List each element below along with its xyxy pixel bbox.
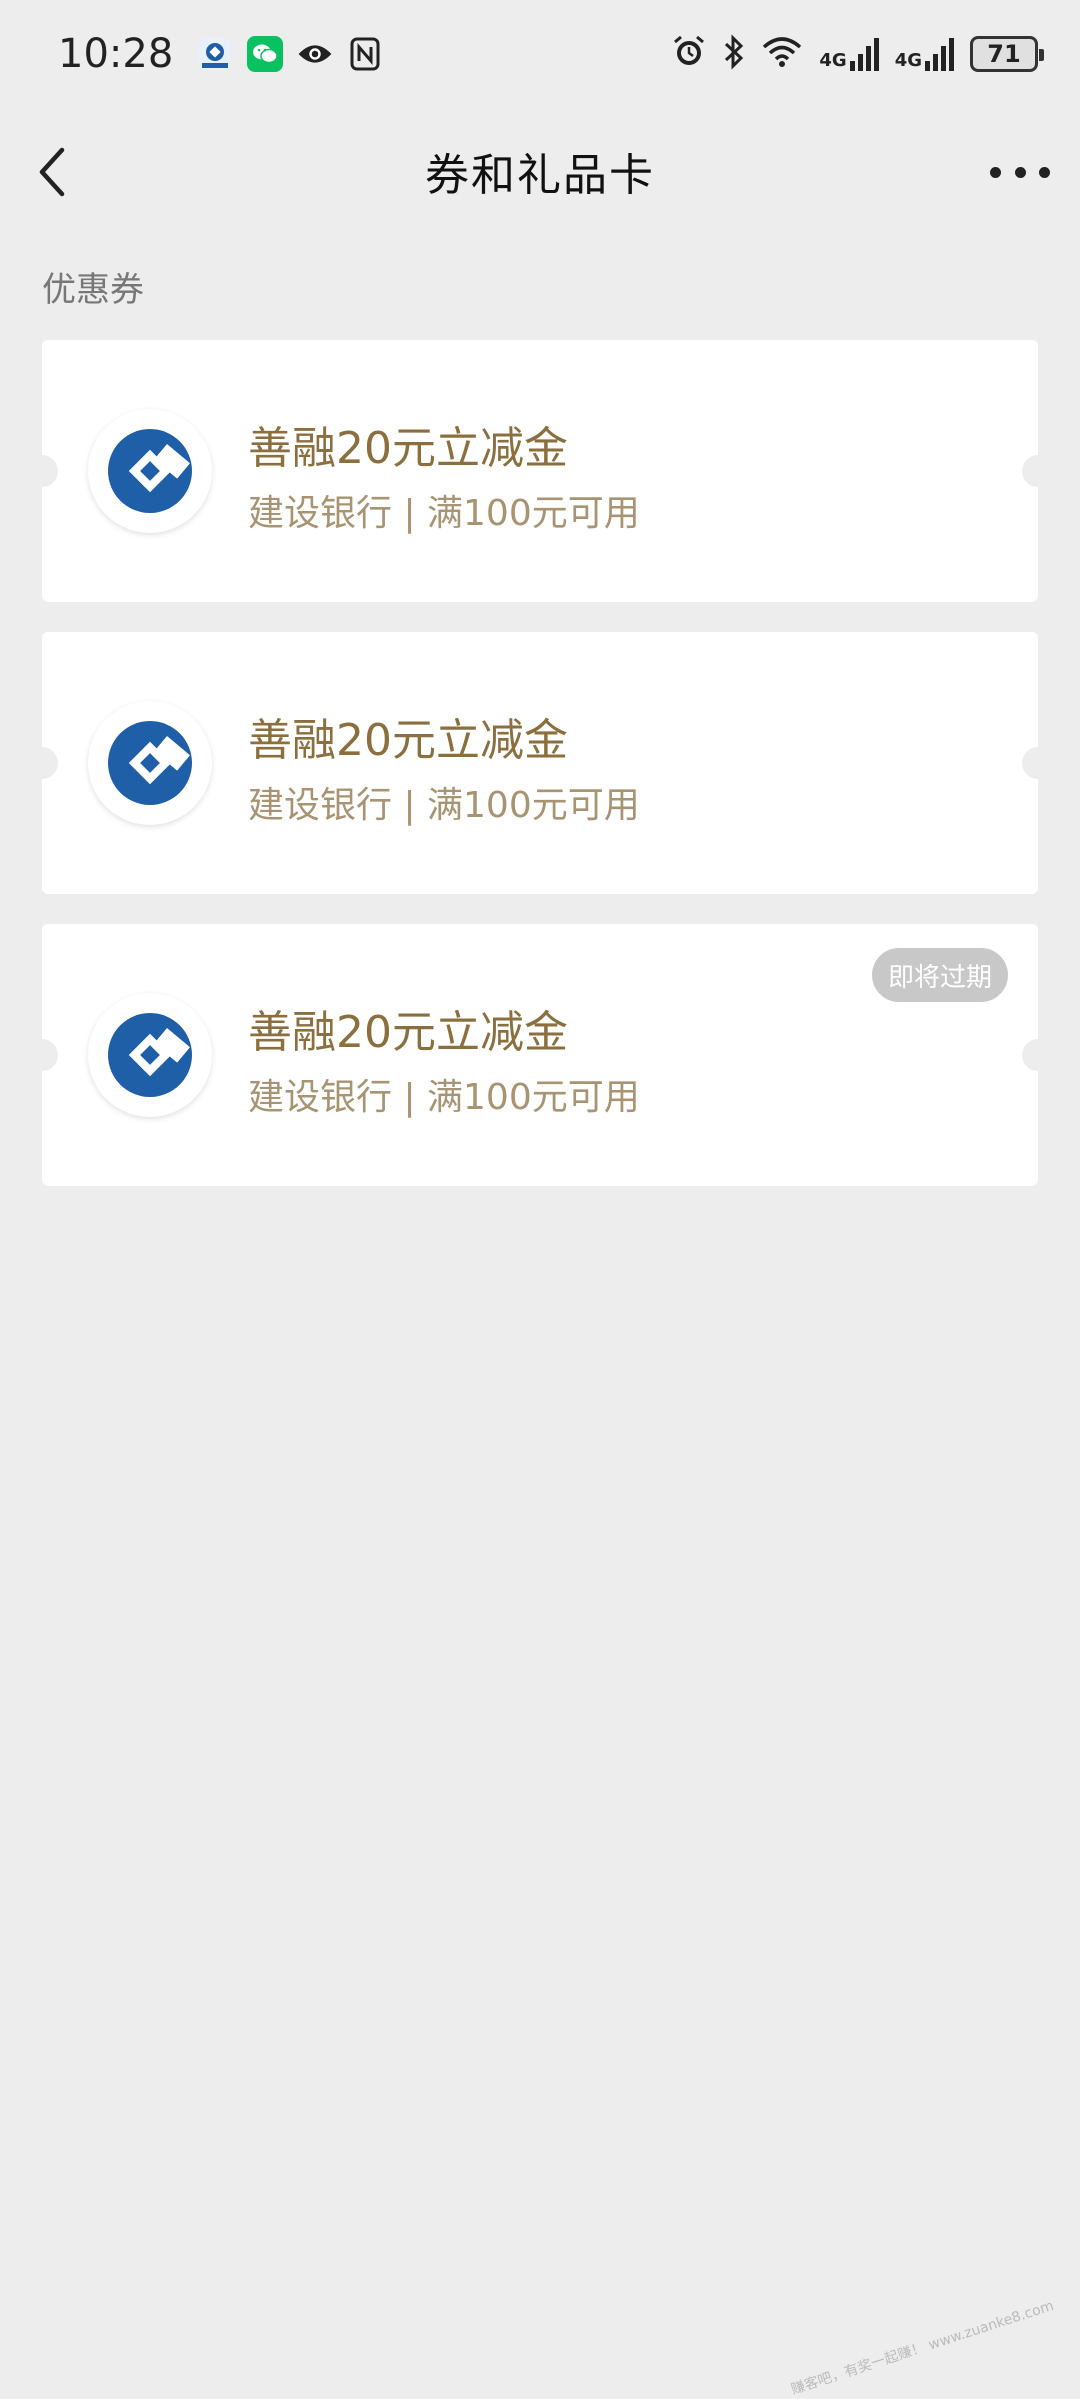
wifi-icon	[761, 35, 803, 73]
ticket-notch-right	[1022, 747, 1054, 779]
coupon-subtitle: 建设银行 | 满100元可用	[248, 484, 640, 536]
wechat-icon	[247, 36, 283, 72]
coupon-title: 善融20元立减金	[248, 704, 568, 768]
signal-label-1: 4G	[819, 50, 846, 71]
more-dots-icon	[990, 167, 1001, 178]
watermark: 赚客吧，有奖一起赚！ www.zuanke8.com	[788, 2295, 1056, 2399]
coupon-card[interactable]: 即将过期 善融20元立减金 建设银行 | 满100元可用	[42, 924, 1038, 1186]
expiring-soon-badge: 即将过期	[872, 948, 1008, 1002]
coupon-card[interactable]: 善融20元立减金 建设银行 | 满100元可用	[42, 632, 1038, 894]
ccb-app-icon	[197, 36, 233, 72]
nav-bar: 券和礼品卡	[0, 108, 1080, 234]
section-label-coupons: 优惠券	[42, 262, 144, 311]
signal-label-2: 4G	[895, 50, 922, 71]
chevron-left-icon	[32, 144, 82, 200]
more-button[interactable]	[990, 152, 1050, 192]
ccb-logo-icon	[88, 409, 212, 533]
coupon-card[interactable]: 善融20元立减金 建设银行 | 满100元可用	[42, 340, 1038, 602]
coupon-subtitle: 建设银行 | 满100元可用	[248, 776, 640, 828]
status-bar: 10:28	[0, 0, 1080, 108]
bluetooth-icon	[723, 34, 745, 74]
coupon-subtitle: 建设银行 | 满100元可用	[248, 1068, 640, 1120]
status-left: 10:28	[58, 31, 383, 77]
ticket-notch-right	[1022, 455, 1054, 487]
status-time: 10:28	[58, 31, 173, 77]
ticket-notch-left	[26, 1039, 58, 1071]
ticket-notch-left	[26, 747, 58, 779]
coupon-title: 善融20元立减金	[248, 996, 568, 1060]
ccb-logo-icon	[88, 701, 212, 825]
ticket-notch-right	[1022, 1039, 1054, 1071]
signal-4g-icon-1: 4G	[819, 37, 878, 71]
page-title: 券和礼品卡	[425, 139, 655, 203]
battery-indicator: 71	[970, 36, 1038, 72]
nfc-icon	[347, 36, 383, 72]
back-button[interactable]	[32, 144, 82, 200]
alarm-icon	[671, 34, 707, 74]
ticket-notch-left	[26, 455, 58, 487]
status-right: 4G 4G 71	[671, 34, 1038, 74]
ccb-logo-icon	[88, 993, 212, 1117]
eye-icon	[297, 36, 333, 72]
coupon-title: 善融20元立减金	[248, 412, 568, 476]
signal-4g-icon-2: 4G	[895, 37, 954, 71]
